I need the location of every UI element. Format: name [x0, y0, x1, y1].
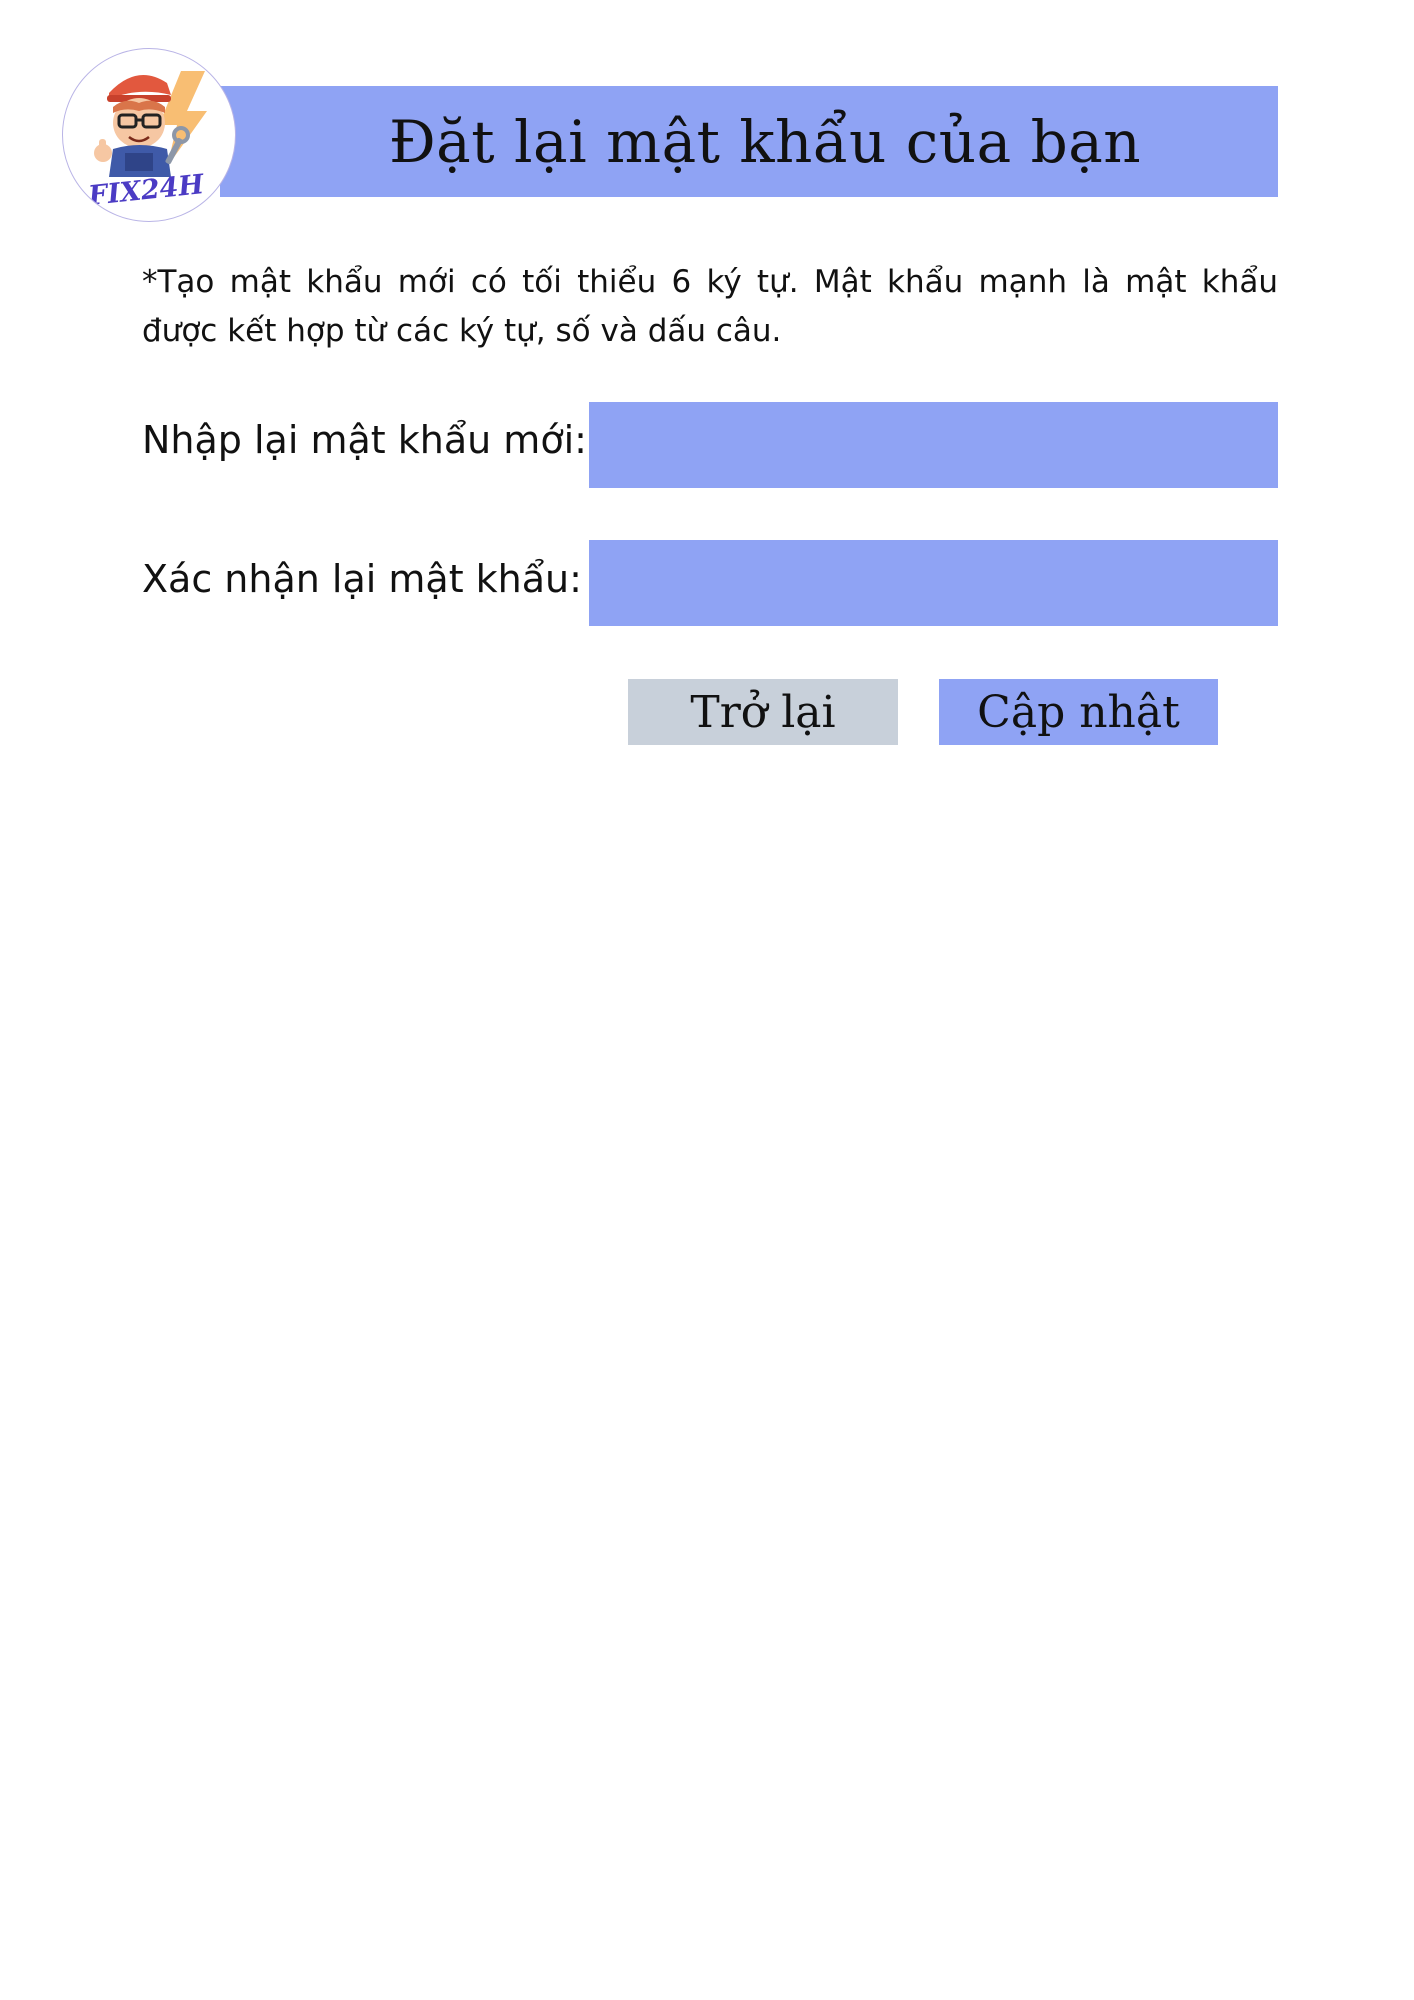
back-button[interactable]: Trở lại [628, 679, 898, 745]
confirm-password-input[interactable] [589, 540, 1278, 626]
new-password-input[interactable] [589, 402, 1278, 488]
new-password-label: Nhập lại mật khẩu mới: [142, 418, 587, 462]
mechanic-mascot-icon: FIX24H [86, 71, 207, 212]
header-bar: Đặt lại mật khẩu của bạn [220, 86, 1278, 197]
confirm-password-label: Xác nhận lại mật khẩu: [142, 557, 582, 601]
instructions-text: *Tạo mật khẩu mới có tối thiểu 6 ký tự. … [142, 264, 1278, 349]
logo: FIX24H [62, 48, 236, 222]
logo-text: FIX24H [86, 169, 207, 212]
page-title: Đặt lại mật khẩu của bạn [388, 107, 1142, 176]
update-button[interactable]: Cập nhật [939, 679, 1218, 745]
